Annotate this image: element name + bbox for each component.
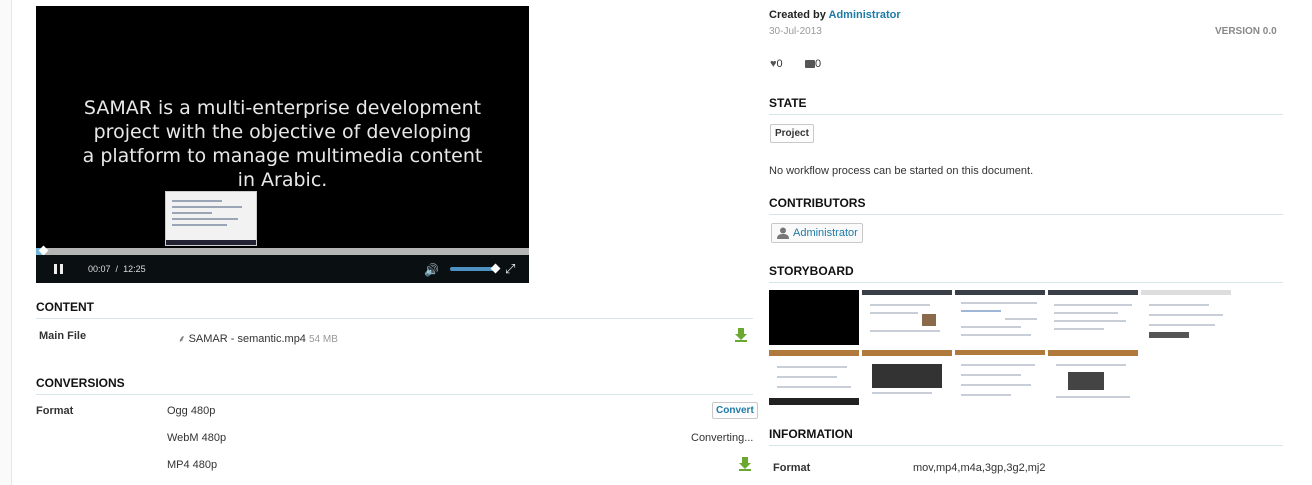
caption-line: project with the objective of developing xyxy=(93,121,472,143)
pause-button[interactable] xyxy=(54,264,64,274)
storyboard-frame[interactable] xyxy=(769,290,859,345)
player-controls: 00:07 / 12:25 🔊 ⤢ xyxy=(36,255,529,283)
storyboard-frame[interactable] xyxy=(769,350,859,405)
created-by: Created by Administrator xyxy=(769,9,901,21)
time-separator: / xyxy=(115,264,119,274)
convert-button[interactable]: Convert xyxy=(712,402,758,419)
section-storyboard-title: STORYBOARD xyxy=(769,264,1283,283)
download-icon[interactable] xyxy=(738,457,752,471)
section-state-title: STATE xyxy=(769,96,1283,115)
section-content-title: CONTENT xyxy=(36,300,753,319)
storyboard-frame[interactable] xyxy=(862,290,952,345)
comment-icon[interactable] xyxy=(805,60,815,68)
like-counter[interactable]: ♥0 xyxy=(770,58,783,70)
contributor-chip[interactable]: Administrator xyxy=(771,223,863,243)
info-format-label: Format xyxy=(773,462,811,474)
file-icon: ⸙ xyxy=(178,334,186,345)
duration: 12:25 xyxy=(123,264,146,274)
storyboard-frame[interactable] xyxy=(862,350,952,405)
storyboard-frame[interactable] xyxy=(1048,290,1138,345)
caption-line: a platform to manage multimedia content xyxy=(82,145,483,167)
comment-count: 0 xyxy=(815,58,822,70)
caption-line: in Arabic. xyxy=(237,169,328,191)
current-time: 00:07 xyxy=(88,264,111,274)
contributor-name[interactable]: Administrator xyxy=(793,227,858,239)
time-display: 00:07 / 12:25 xyxy=(88,264,146,274)
section-conversions-title: CONVERSIONS xyxy=(36,376,753,395)
left-gutter xyxy=(0,0,12,485)
user-icon xyxy=(777,227,789,239)
author-link[interactable]: Administrator xyxy=(829,9,901,21)
video-inset-screenshot xyxy=(165,191,257,246)
comment-counter[interactable]: 0 xyxy=(805,58,821,70)
volume-handle[interactable] xyxy=(490,263,501,274)
section-information-title: INFORMATION xyxy=(769,427,1283,446)
download-icon[interactable] xyxy=(734,328,748,342)
conversion-name: MP4 480p xyxy=(167,459,218,471)
storyboard-frame[interactable] xyxy=(955,290,1045,345)
fullscreen-icon[interactable]: ⤢ xyxy=(505,261,515,277)
info-format-value: mov,mp4,m4a,3gp,3g2,mj2 xyxy=(913,462,1046,474)
seek-bar[interactable] xyxy=(36,245,529,256)
video-player[interactable]: SAMAR is a multi-enterprise development … xyxy=(36,6,529,283)
version-label: VERSION 0.0 xyxy=(1215,26,1277,37)
storyboard-frame[interactable] xyxy=(955,350,1045,405)
section-contributors-title: CONTRIBUTORS xyxy=(769,196,1283,215)
file-size: 54 MB xyxy=(309,334,338,345)
state-badge: Project xyxy=(770,124,814,143)
storyboard-frame[interactable] xyxy=(1141,290,1231,345)
volume-icon[interactable]: 🔊 xyxy=(424,263,439,277)
workflow-message: No workflow process can be started on th… xyxy=(769,165,1034,177)
main-file-link[interactable]: SAMAR - semantic.mp4 xyxy=(189,333,306,345)
conversion-name: WebM 480p xyxy=(167,432,227,444)
conversion-name: Ogg 480p xyxy=(167,405,216,417)
format-label: Format xyxy=(36,405,74,417)
video-caption: SAMAR is a multi-enterprise development … xyxy=(56,96,509,192)
caption-line: SAMAR is a multi-enterprise development xyxy=(83,97,482,119)
volume-slider[interactable] xyxy=(450,263,501,274)
main-file-label: Main File xyxy=(39,330,87,342)
storyboard-frame[interactable] xyxy=(1048,350,1138,405)
like-count: 0 xyxy=(776,58,783,70)
created-by-label: Created by xyxy=(769,9,826,21)
created-date: 30-Jul-2013 xyxy=(769,26,822,37)
conversion-status: Converting... xyxy=(691,432,754,444)
main-file-entry: ⸙ SAMAR - semantic.mp4 54 MB xyxy=(178,331,338,345)
